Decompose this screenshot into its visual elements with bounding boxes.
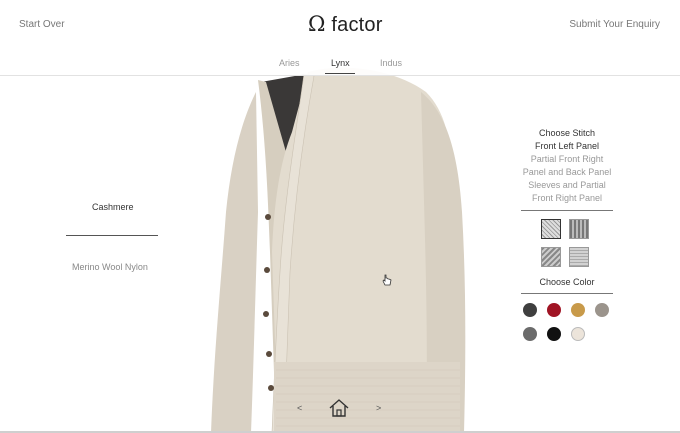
- cardigan-image: [211, 67, 466, 433]
- submit-enquiry-link[interactable]: Submit Your Enquiry: [569, 19, 660, 30]
- color-swatch[interactable]: [595, 303, 609, 317]
- button: [265, 214, 271, 220]
- next-arrow[interactable]: >: [376, 403, 381, 413]
- stitch-swatch-1[interactable]: [541, 219, 561, 239]
- tab-aries[interactable]: Aries: [279, 58, 300, 68]
- material-cashmere[interactable]: Cashmere: [92, 202, 134, 212]
- material-divider: [66, 235, 158, 236]
- color-swatch[interactable]: [523, 303, 537, 317]
- button: [264, 267, 270, 273]
- part-option[interactable]: Panel and Back Panel: [507, 167, 627, 177]
- choose-color-heading: Choose Color: [539, 277, 595, 287]
- part-option[interactable]: Partial Front Right: [507, 154, 627, 164]
- prev-arrow[interactable]: <: [297, 403, 302, 413]
- color-swatch[interactable]: [571, 303, 585, 317]
- stitch-swatch-3[interactable]: [541, 247, 561, 267]
- button: [263, 311, 269, 317]
- color-swatch[interactable]: [547, 303, 561, 317]
- tab-lynx[interactable]: Lynx: [331, 58, 350, 68]
- home-icon[interactable]: [328, 398, 350, 418]
- logo-text: factor: [331, 14, 383, 36]
- color-swatch[interactable]: [523, 327, 537, 341]
- cardigan-left-sleeve: [211, 92, 258, 433]
- color-divider: [521, 293, 613, 294]
- stitch-divider: [521, 210, 613, 211]
- logo: Ω factor: [308, 12, 383, 37]
- cursor-hand-icon: [382, 274, 392, 286]
- choose-stitch-heading: Choose Stitch: [538, 128, 596, 138]
- start-over-link[interactable]: Start Over: [19, 19, 65, 30]
- button: [266, 351, 272, 357]
- cardigan-hem: [274, 362, 460, 433]
- header-divider: [0, 75, 680, 76]
- part-option[interactable]: Sleeves and Partial: [507, 180, 627, 190]
- material-merino-wool-nylon[interactable]: Merino Wool Nylon: [72, 262, 148, 272]
- color-swatch[interactable]: [571, 327, 585, 341]
- stitch-swatch-4[interactable]: [569, 247, 589, 267]
- tab-active-indicator: [325, 73, 355, 74]
- part-front-left-panel[interactable]: Front Left Panel: [507, 141, 627, 151]
- color-swatch[interactable]: [547, 327, 561, 341]
- tab-indus[interactable]: Indus: [380, 58, 402, 68]
- part-option[interactable]: Front Right Panel: [507, 193, 627, 203]
- stitch-swatch-2[interactable]: [569, 219, 589, 239]
- button: [268, 385, 274, 391]
- header: Start Over Ω factor Submit Your Enquiry: [0, 0, 680, 52]
- logo-mark: Ω: [308, 12, 326, 36]
